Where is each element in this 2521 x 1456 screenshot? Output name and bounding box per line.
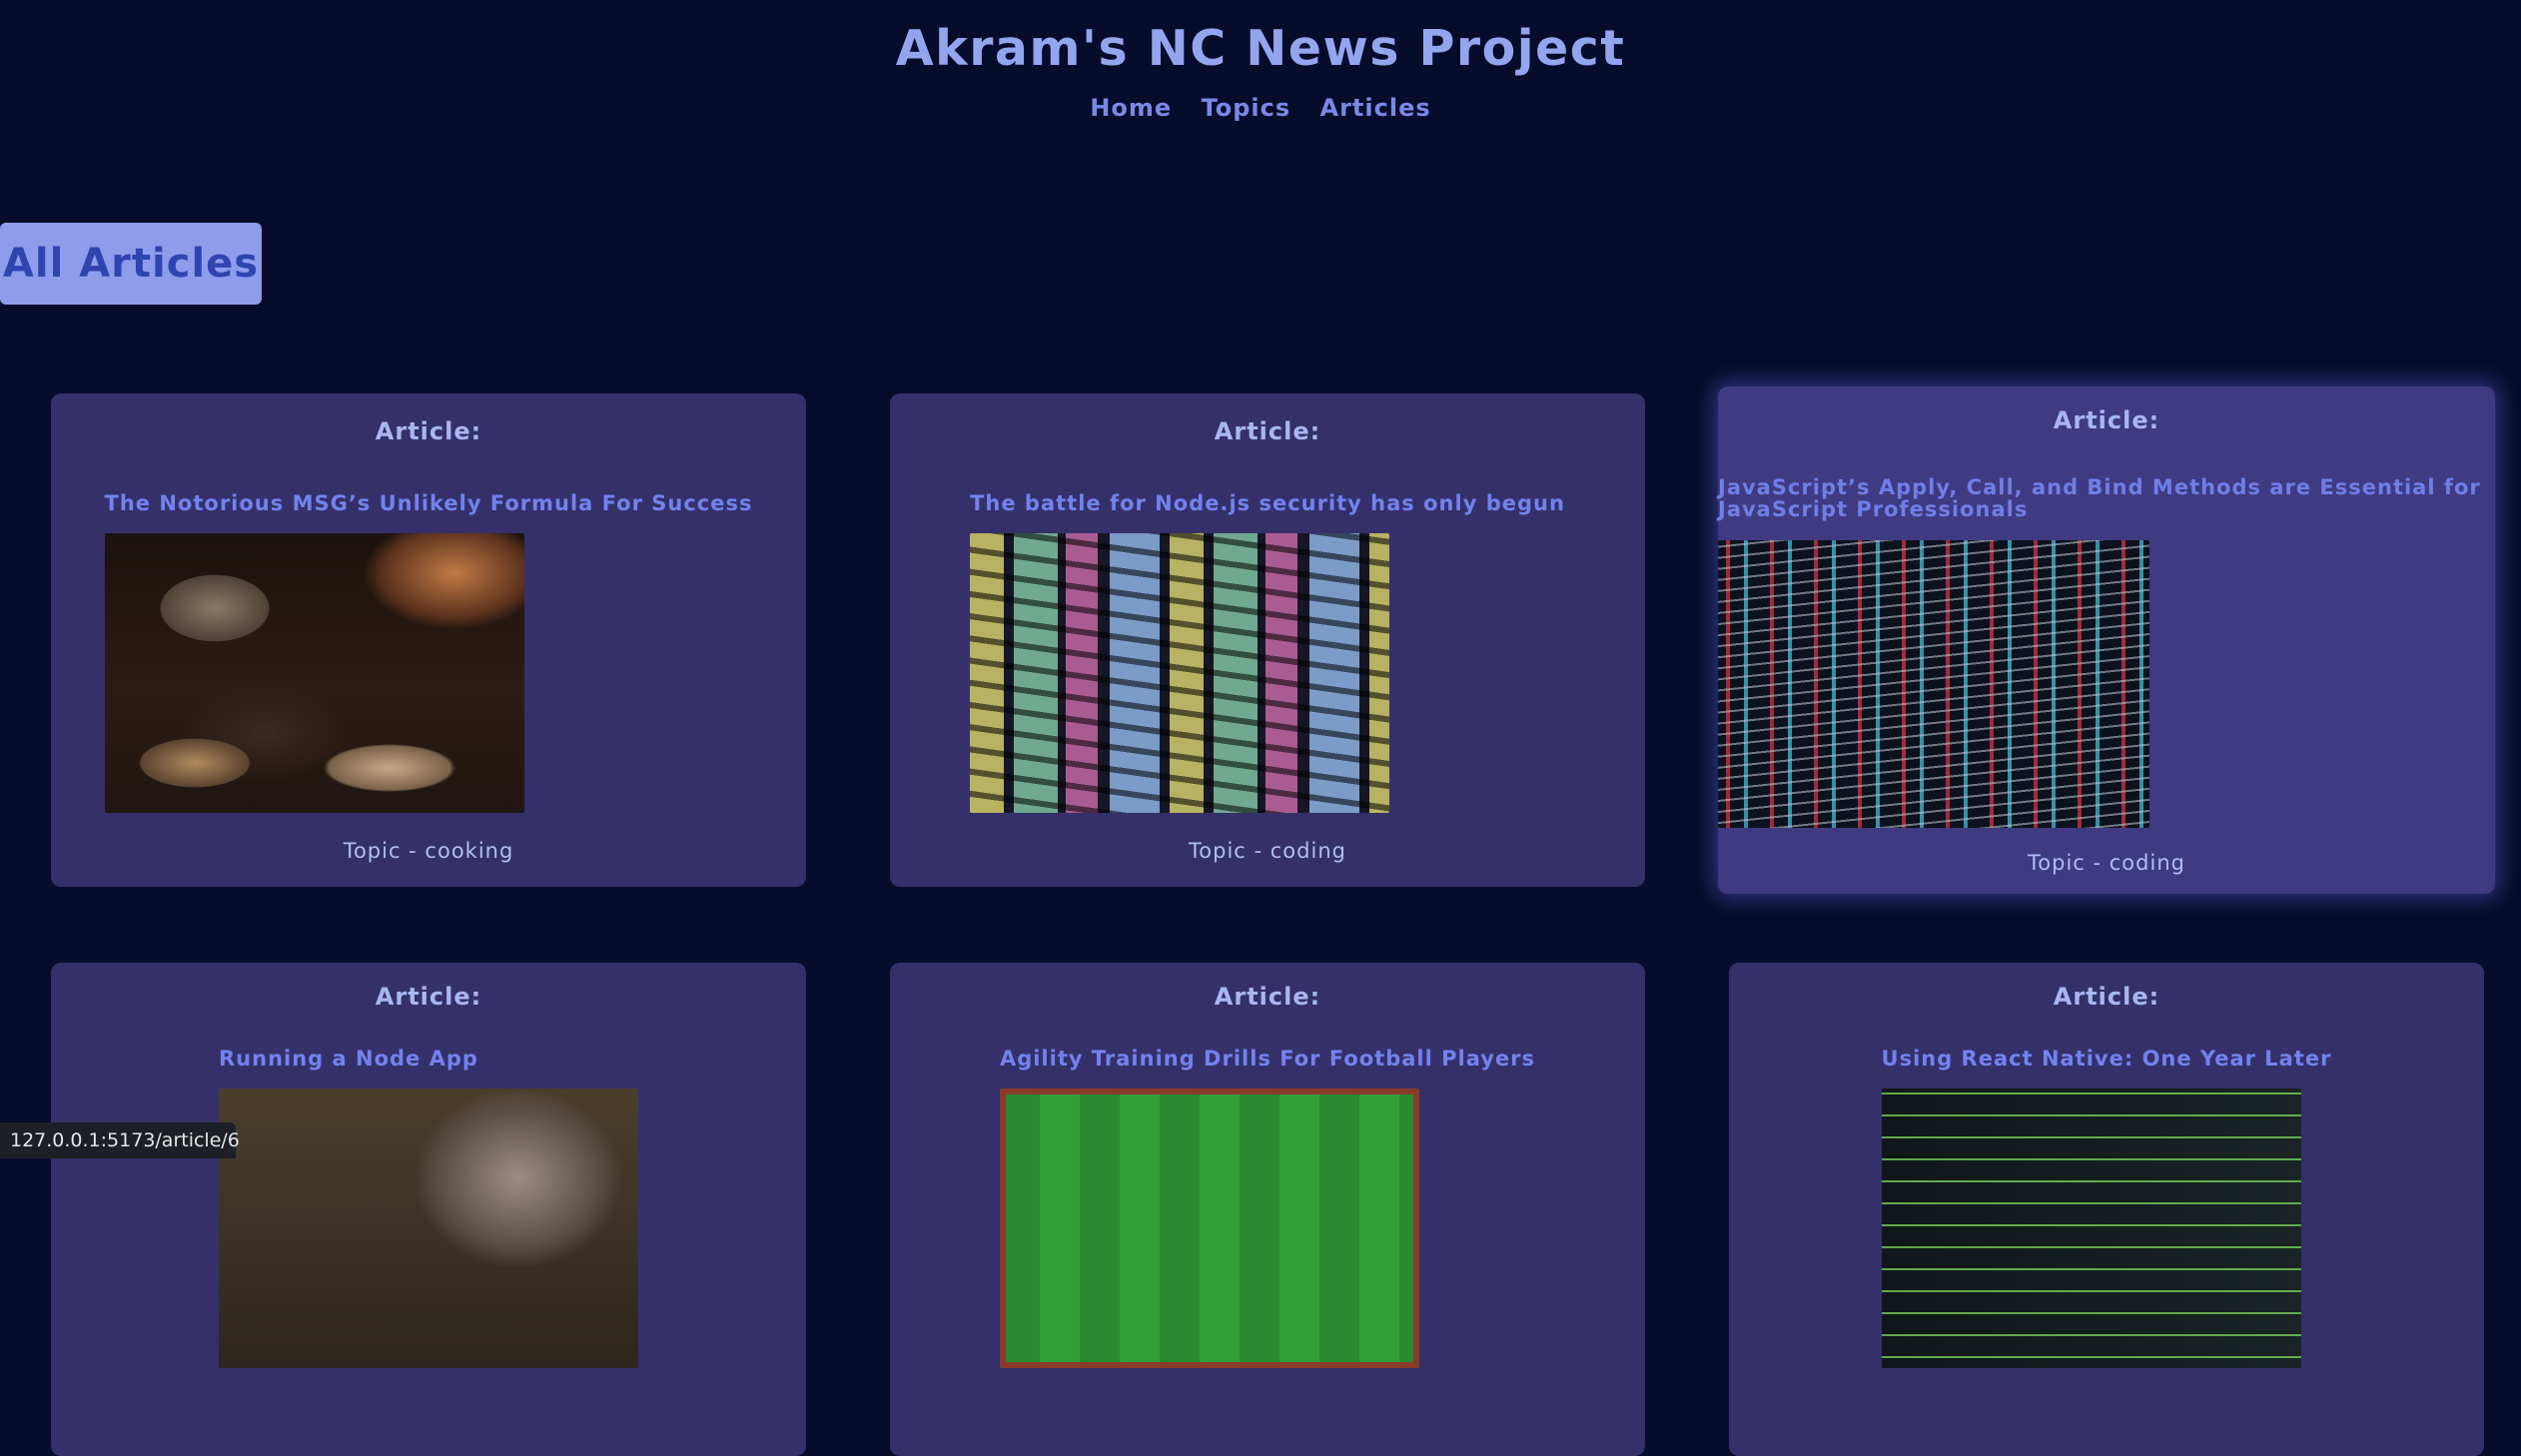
article-image[interactable] bbox=[219, 1089, 638, 1368]
article-content: Using React Native: One Year Later bbox=[1729, 1047, 2484, 1368]
site-title: Akram's NC News Project bbox=[895, 20, 1626, 77]
nav-home-link[interactable]: Home bbox=[1090, 94, 1172, 122]
article-title-link[interactable]: Agility Training Drills For Football Pla… bbox=[1000, 1047, 1535, 1071]
article-title-link[interactable]: The battle for Node.js security has only… bbox=[970, 491, 1565, 515]
main-nav: Home Topics Articles bbox=[0, 94, 2521, 122]
article-image[interactable] bbox=[104, 533, 524, 813]
page-heading: All Articles bbox=[0, 223, 262, 305]
article-image[interactable] bbox=[1881, 1089, 2301, 1368]
article-card[interactable]: Article: Using React Native: One Year La… bbox=[1729, 963, 2484, 1456]
article-image[interactable] bbox=[970, 533, 1390, 813]
article-card-hovered[interactable]: Article: JavaScript’s Apply, Call, and B… bbox=[1718, 386, 2495, 894]
article-label: Article: bbox=[2053, 406, 2160, 434]
article-content: Running a Node App bbox=[51, 1047, 806, 1368]
article-card[interactable]: Article: Agility Training Drills For Foo… bbox=[890, 963, 1645, 1456]
article-title-link[interactable]: Running a Node App bbox=[219, 1047, 478, 1071]
article-content: Agility Training Drills For Football Pla… bbox=[890, 1047, 1645, 1368]
nav-articles-link[interactable]: Articles bbox=[1320, 94, 1431, 122]
article-label: Article: bbox=[1214, 417, 1321, 445]
link-preview-status-bar: 127.0.0.1:5173/article/6 bbox=[0, 1122, 240, 1158]
article-content: The battle for Node.js security has only… bbox=[890, 491, 1645, 813]
article-content: The Notorious MSG’s Unlikely Formula For… bbox=[51, 491, 806, 813]
article-image[interactable] bbox=[1718, 540, 2149, 828]
article-title-link[interactable]: Using React Native: One Year Later bbox=[1882, 1047, 2332, 1071]
article-image[interactable] bbox=[999, 1089, 1419, 1368]
article-card[interactable]: Article: The battle for Node.js security… bbox=[890, 393, 1645, 887]
nav-topics-link[interactable]: Topics bbox=[1202, 94, 1291, 122]
article-topic: Topic - coding bbox=[2028, 851, 2185, 875]
article-label: Article: bbox=[375, 417, 482, 445]
article-title-link[interactable]: The Notorious MSG’s Unlikely Formula For… bbox=[105, 491, 753, 515]
article-card[interactable]: Article: Running a Node App bbox=[51, 963, 806, 1456]
article-label: Article: bbox=[375, 983, 482, 1011]
article-card[interactable]: Article: The Notorious MSG’s Unlikely Fo… bbox=[51, 393, 806, 887]
article-label: Article: bbox=[2053, 983, 2160, 1011]
article-label: Article: bbox=[1214, 983, 1321, 1011]
article-topic: Topic - coding bbox=[1189, 839, 1346, 863]
article-topic: Topic - cooking bbox=[343, 839, 514, 863]
article-title-link[interactable]: JavaScript’s Apply, Call, and Bind Metho… bbox=[1718, 476, 2495, 520]
